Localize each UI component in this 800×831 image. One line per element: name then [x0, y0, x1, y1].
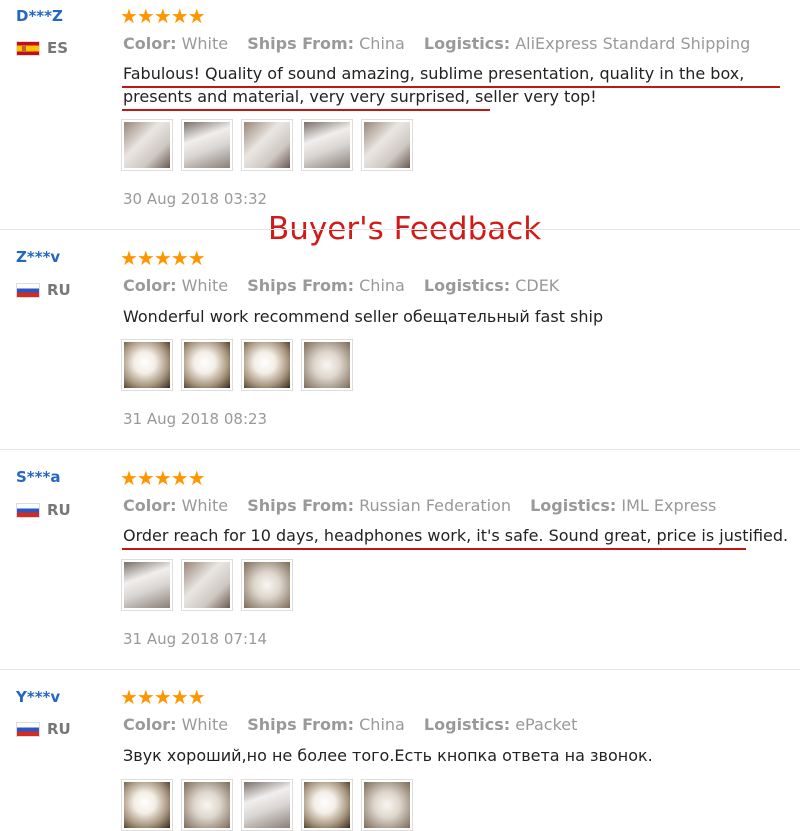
color-label: Color: — [123, 496, 177, 515]
color-label: Color: — [123, 34, 177, 53]
review-photo[interactable] — [181, 119, 233, 171]
review-photo[interactable] — [241, 559, 293, 611]
ships-from-value: Russian Federation — [359, 496, 512, 515]
reviewer-name[interactable]: Y***v — [16, 688, 60, 706]
reviewer-country: RU — [16, 720, 71, 738]
review-photo[interactable] — [121, 779, 173, 831]
review-photo[interactable] — [241, 119, 293, 171]
reviewer-country: RU — [16, 501, 71, 519]
review-photo[interactable] — [241, 779, 293, 831]
ships-from-value: China — [359, 276, 405, 295]
logistics-label: Logistics: — [423, 276, 511, 295]
russia-flag-icon — [16, 282, 40, 298]
russia-flag-icon — [16, 721, 40, 737]
russia-flag-icon — [16, 502, 40, 518]
country-code: RU — [47, 281, 71, 299]
review-divider — [0, 669, 800, 670]
ships-from-label: Ships From: — [247, 276, 355, 295]
logistics-label: Logistics: — [423, 34, 511, 53]
review-divider — [0, 449, 800, 450]
logistics-value: CDEK — [515, 276, 560, 295]
country-code: RU — [47, 720, 71, 738]
review-photo[interactable] — [241, 339, 293, 391]
review-photo[interactable] — [121, 119, 173, 171]
review-photo[interactable] — [361, 779, 413, 831]
order-meta: Color: White Ships From: China Logistics… — [123, 276, 573, 295]
country-code: RU — [47, 501, 71, 519]
logistics-label: Logistics: — [530, 496, 617, 515]
review-text: Order reach for 10 days, headphones work… — [123, 526, 789, 545]
review-divider — [0, 229, 800, 230]
review-photo[interactable] — [301, 339, 353, 391]
logistics-value: IML Express — [621, 496, 717, 515]
review-text: Звук хороший,но не более того.Есть кнопк… — [123, 746, 653, 765]
order-meta: Color: White Ships From: China Logistics… — [123, 34, 764, 53]
logistics-label: Logistics: — [423, 715, 511, 734]
color-label: Color: — [123, 715, 177, 734]
color-value: White — [181, 276, 229, 295]
color-value: White — [181, 496, 229, 515]
reviewer-name[interactable]: D***Z — [16, 7, 63, 25]
review-text: Wonderful work recommend seller обещател… — [123, 307, 604, 326]
review-photos — [121, 339, 353, 391]
logistics-value: AliExpress Standard Shipping — [515, 34, 751, 53]
reviewer-name[interactable]: Z***v — [16, 248, 60, 266]
star-rating: ★★★★★ — [120, 246, 206, 270]
country-code: ES — [47, 39, 69, 57]
review-photo[interactable] — [181, 779, 233, 831]
color-label: Color: — [123, 276, 177, 295]
highlight-underline — [122, 109, 490, 111]
order-meta: Color: White Ships From: Russian Federat… — [123, 496, 730, 515]
review-photo[interactable] — [361, 119, 413, 171]
reviewer-country: ES — [16, 39, 68, 57]
order-meta: Color: White Ships From: China Logistics… — [123, 715, 591, 734]
review-photo[interactable] — [181, 339, 233, 391]
review-photos — [121, 119, 413, 171]
star-rating: ★★★★★ — [120, 466, 206, 490]
ships-from-label: Ships From: — [247, 496, 355, 515]
review-date: 30 Aug 2018 03:32 — [123, 190, 268, 208]
review-photo[interactable] — [121, 339, 173, 391]
spain-flag-icon — [16, 40, 40, 56]
color-value: White — [181, 715, 229, 734]
highlight-underline — [122, 86, 780, 88]
review-text: Fabulous! Quality of sound amazing, subl… — [123, 64, 745, 106]
highlight-underline — [122, 548, 746, 550]
reviewer-country: RU — [16, 281, 71, 299]
review-date: 31 Aug 2018 07:14 — [123, 630, 268, 648]
review-photo[interactable] — [301, 119, 353, 171]
review-photos — [121, 779, 413, 831]
logistics-value: ePacket — [515, 715, 578, 734]
ships-from-label: Ships From: — [247, 715, 355, 734]
review-date: 31 Aug 2018 08:23 — [123, 410, 268, 428]
star-rating: ★★★★★ — [120, 4, 206, 28]
color-value: White — [181, 34, 229, 53]
ships-from-label: Ships From: — [247, 34, 355, 53]
review-photos — [121, 559, 293, 611]
star-rating: ★★★★★ — [120, 685, 206, 709]
review-photo[interactable] — [121, 559, 173, 611]
ships-from-value: China — [359, 715, 405, 734]
ships-from-value: China — [359, 34, 405, 53]
review-photo[interactable] — [181, 559, 233, 611]
reviewer-name[interactable]: S***a — [16, 468, 60, 486]
review-photo[interactable] — [301, 779, 353, 831]
